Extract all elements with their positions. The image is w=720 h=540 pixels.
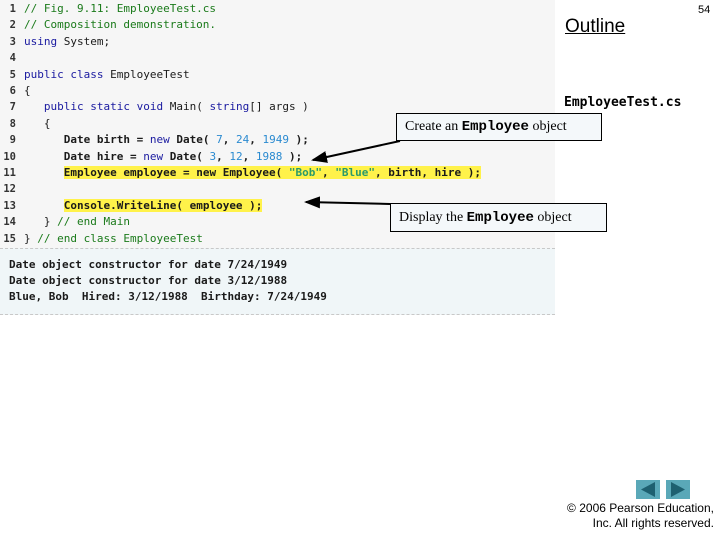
line-number: 12 (3, 183, 16, 196)
code-token: // end class EmployeeTest (37, 231, 203, 245)
callout-display-employee: Display the Employee object (390, 203, 607, 232)
line-number: 5 (9, 68, 16, 81)
output-line: Blue, Bob Hired: 3/12/1988 Birthday: 7/2… (9, 290, 327, 303)
code-token: Employee employee = new Employee( (63, 166, 289, 179)
copyright-line: © 2006 Pearson Education, (567, 501, 714, 515)
code-token: 1949 (262, 133, 289, 147)
line-number: 3 (9, 35, 16, 48)
triangle-left-icon (641, 482, 655, 497)
file-name: EmployeeTest.cs (564, 95, 682, 110)
code-token: EmployeeTest (103, 67, 190, 81)
code-token: public static void (43, 100, 164, 114)
code-line: 2 // Composition demonstration. (0, 17, 216, 33)
code-line: 9 Date birth = new Date( 7, 24, 1949 ); (0, 132, 309, 148)
code-token: 12 (229, 149, 243, 163)
code-token: [] args ) (249, 100, 309, 114)
code-line: 4 (0, 50, 24, 66)
callout-code: Employee (461, 119, 529, 135)
page-number: 54 (698, 4, 711, 16)
callout-text: Display the (399, 210, 467, 225)
code-token: "Bob" (288, 166, 323, 179)
copyright-notice: © 2006 Pearson Education, Inc. All right… (567, 501, 714, 531)
code-line: 5 public class EmployeeTest (0, 67, 190, 83)
code-token: // Fig. 9.11: EmployeeTest.cs (24, 2, 217, 15)
callout-text: object (528, 119, 567, 134)
line-number: 9 (9, 134, 16, 147)
callout-text: object (533, 210, 572, 225)
code-line: 10 Date hire = new Date( 3, 12, 1988 ); (0, 149, 302, 165)
code-token: Date birth = (24, 133, 150, 147)
line-number: 1 (9, 3, 16, 15)
code-token: new (149, 133, 170, 147)
line-number: 8 (9, 117, 16, 130)
callout-text: Create an (405, 119, 462, 134)
code-token: { (24, 116, 51, 130)
code-line: 13 Console.WriteLine( employee ); (0, 198, 263, 214)
code-token: // Composition demonstration. (24, 18, 217, 32)
code-token: } (24, 215, 58, 229)
line-number: 14 (3, 216, 16, 229)
callout-create-employee: Create an Employee object (396, 113, 602, 141)
code-token: // end Main (57, 215, 130, 229)
code-token: , birth, hire ); (375, 166, 482, 179)
triangle-right-icon (671, 482, 685, 497)
code-token: } (24, 231, 38, 245)
code-token: , (216, 149, 230, 163)
code-token: Date hire = (24, 149, 144, 163)
code-token: , (222, 133, 236, 147)
code-token: Console.WriteLine( employee ); (63, 198, 263, 212)
callout-code: Employee (466, 210, 534, 226)
code-token: 1988 (255, 149, 283, 163)
code-token: new (143, 149, 164, 163)
code-token: , (242, 149, 256, 163)
code-token: 7 (216, 133, 223, 147)
code-line: 3 using System; (0, 34, 110, 50)
code-token: System; (57, 34, 111, 48)
code-token: 24 (235, 133, 250, 147)
code-token: , (249, 133, 263, 147)
code-line: 12 (0, 181, 24, 197)
code-token: public class (24, 67, 104, 81)
line-number: 13 (3, 199, 16, 212)
code-line: 14 } // end Main (0, 214, 130, 230)
code-line: 11 Employee employee = new Employee( "Bo… (0, 165, 482, 181)
line-number: 2 (9, 19, 16, 32)
line-number: 11 (3, 167, 16, 179)
code-token: using (24, 34, 58, 48)
output-line: Date object constructor for date 7/24/19… (9, 258, 288, 271)
code-token: ); (288, 133, 309, 147)
next-slide-button[interactable] (666, 480, 690, 499)
code-line: 8 { (0, 116, 51, 132)
previous-slide-button[interactable] (636, 480, 660, 499)
line-number: 4 (9, 52, 16, 65)
line-number: 6 (9, 85, 16, 97)
outline-link[interactable]: Outline (565, 16, 625, 38)
code-line: 6{ (0, 83, 31, 99)
line-number: 10 (3, 150, 16, 163)
code-token: Main( (163, 100, 210, 114)
code-line: 7 public static void Main( string[] args… (0, 99, 309, 115)
code-token: Date( (163, 149, 210, 163)
code-token: , (322, 166, 336, 179)
code-line: 15} // end class EmployeeTest (0, 231, 203, 247)
code-token: Date( (169, 133, 217, 147)
code-token: "Blue" (335, 166, 376, 179)
program-output: Date object constructor for date 7/24/19… (0, 248, 555, 315)
code-token: string (209, 100, 250, 114)
copyright-line: Inc. All rights reserved. (592, 516, 714, 530)
line-number: 7 (9, 101, 16, 114)
output-line: Date object constructor for date 3/12/19… (9, 274, 288, 287)
code-line: 1 // Fig. 9.11: EmployeeTest.cs (0, 1, 216, 17)
code-token: ); (282, 149, 303, 163)
code-token: { (24, 84, 31, 97)
line-number: 15 (3, 232, 16, 245)
